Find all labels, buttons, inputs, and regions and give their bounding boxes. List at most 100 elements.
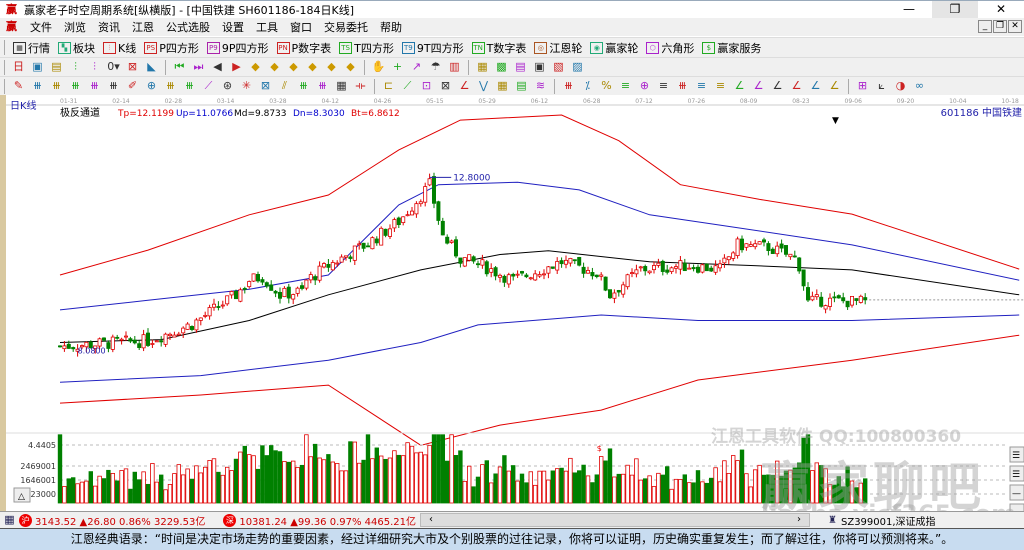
toolbar-tool-icon[interactable]: ◆ — [343, 60, 358, 74]
toolbar-button[interactable]: P9 9P四方形 — [206, 40, 269, 56]
menu-item[interactable]: 设置 — [216, 19, 250, 35]
toolbar-tool-icon[interactable]: ⊞ — [855, 79, 870, 93]
toolbar-tool-icon[interactable]: ◣ — [144, 60, 159, 74]
toolbar-button[interactable]: ⬡ 六角形 — [646, 40, 694, 56]
toolbar-tool-icon[interactable]: ⋁ — [476, 79, 491, 93]
toolbar-tool-icon[interactable]: ◆ — [305, 60, 320, 74]
toolbar-button[interactable]: TN T数字表 — [471, 40, 526, 56]
toolbar-tool-icon[interactable]: ☂ — [428, 60, 443, 74]
calculator-icon[interactable]: ▦ — [2, 513, 17, 527]
mdi-minimize-button[interactable]: _ — [978, 20, 992, 33]
toolbar-button[interactable]: ⫶ K线 — [103, 40, 136, 56]
toolbar-tool-icon[interactable]: ✳ — [239, 79, 254, 93]
toolbar-tool-icon[interactable]: ▦ — [334, 79, 349, 93]
toolbar-button[interactable]: ◉ 赢家轮 — [590, 40, 638, 56]
toolbar-tool-icon[interactable]: ⧻ — [49, 79, 64, 93]
menu-item[interactable]: 窗口 — [284, 19, 318, 35]
toolbar-tool-icon[interactable]: ∠ — [808, 79, 823, 93]
toolbar-tool-icon[interactable]: ▨ — [570, 60, 585, 74]
toolbar-tool-icon[interactable]: ▧ — [551, 60, 566, 74]
close-button[interactable]: ✕ — [978, 1, 1024, 18]
toolbar-tool-icon[interactable]: ⊠ — [125, 60, 140, 74]
toolbar-tool-icon[interactable]: ⧻ — [182, 79, 197, 93]
toolbar-tool-icon[interactable]: ≡ — [694, 79, 709, 93]
toolbar-tool-icon[interactable]: ↗ — [409, 60, 424, 74]
toolbar-tool-icon[interactable]: ∠ — [751, 79, 766, 93]
toolbar-button[interactable]: PN P数字表 — [276, 40, 331, 56]
toolbar-tool-icon[interactable]: ◆ — [267, 60, 282, 74]
toolbar-button[interactable]: T9 9T四方形 — [401, 40, 464, 56]
toolbar-tool-icon[interactable]: ⟛ — [353, 79, 368, 93]
toolbar-tool-icon[interactable]: ◀ — [210, 60, 225, 74]
toolbar-tool-icon[interactable]: ≋ — [533, 79, 548, 93]
menu-item[interactable]: 帮助 — [374, 19, 408, 35]
toolbar-tool-icon[interactable]: ⏮ — [172, 60, 187, 74]
toolbar-tool-icon[interactable]: ⊡ — [419, 79, 434, 93]
panel-switch-icon[interactable]: — — [1012, 489, 1021, 499]
toolbar-tool-icon[interactable]: ∞ — [912, 79, 927, 93]
toolbar-tool-icon[interactable]: ⧻ — [30, 79, 45, 93]
toolbar-tool-icon[interactable]: ⫽ — [277, 79, 292, 93]
toolbar-tool-icon[interactable]: ⊠ — [438, 79, 453, 93]
toolbar-tool-icon[interactable]: ◆ — [248, 60, 263, 74]
mdi-close-button[interactable]: ✕ — [1008, 20, 1022, 33]
toolbar-tool-icon[interactable]: ⧻ — [296, 79, 311, 93]
toolbar-tool-icon[interactable]: ∠ — [457, 79, 472, 93]
toolbar-tool-icon[interactable]: 日▾ — [11, 60, 26, 87]
sh-index-quote[interactable]: 3143.52 ▲26.80 0.86% 3229.53亿 — [35, 513, 205, 528]
toolbar-tool-icon[interactable]: ⊕ — [637, 79, 652, 93]
toolbar-tool-icon[interactable]: ⧻ — [315, 79, 330, 93]
menu-item[interactable]: 文件 — [24, 19, 58, 35]
toolbar-tool-icon[interactable]: ▶ — [229, 60, 244, 74]
toolbar-tool-icon[interactable]: ⧻ — [163, 79, 178, 93]
toolbar-tool-icon[interactable]: ▦ — [495, 79, 510, 93]
toolbar-tool-icon[interactable]: ▣ — [532, 60, 547, 74]
toolbar-tool-icon[interactable]: ⊕ — [144, 79, 159, 93]
toolbar-tool-icon[interactable]: ⫶ — [68, 60, 83, 74]
scroll-left-icon[interactable]: ‹ — [429, 514, 433, 526]
toolbar-tool-icon[interactable]: ⊛ — [220, 79, 235, 93]
toolbar-tool-icon[interactable]: ▦ — [475, 60, 490, 74]
toolbar-tool-icon[interactable]: ▤ — [49, 60, 64, 74]
panel-switch-icon[interactable]: ☰ — [1012, 451, 1020, 461]
horizontal-scrollbar[interactable]: ‹ › — [420, 513, 811, 527]
toolbar-tool-icon[interactable]: + — [390, 60, 405, 74]
toolbar-button[interactable]: ▚ 板块 — [58, 40, 95, 56]
toolbar-tool-icon[interactable]: ∠ — [770, 79, 785, 93]
toolbar-tool-icon[interactable]: ✎ — [11, 79, 26, 93]
mdi-restore-button[interactable]: ❐ — [993, 20, 1007, 33]
toolbar-tool-icon[interactable]: ⟋ — [400, 79, 415, 93]
toolbar-tool-icon[interactable]: ∠ — [732, 79, 747, 93]
toolbar-button[interactable]: TS T四方形 — [339, 40, 394, 56]
menu-item[interactable]: 公式选股 — [160, 19, 216, 35]
toolbar-tool-icon[interactable]: ⊠ — [258, 79, 273, 93]
toolbar-tool-icon[interactable]: ▣ — [30, 60, 45, 74]
toolbar-tool-icon[interactable]: ▩ — [494, 60, 509, 74]
menu-item[interactable]: 资讯 — [92, 19, 126, 35]
toolbar-button[interactable]: ▦ 行情 — [13, 40, 50, 56]
toolbar-tool-icon[interactable]: ≡ — [618, 79, 633, 93]
toolbar-tool-icon[interactable]: ✐ — [125, 79, 140, 93]
toolbar-tool-icon[interactable]: ▤ — [514, 79, 529, 93]
toolbar-tool-icon[interactable]: ⟀ — [874, 79, 889, 93]
toolbar-tool-icon[interactable]: ≡ — [713, 79, 728, 93]
toolbar-button[interactable]: PS P四方形 — [144, 40, 199, 56]
maximize-button[interactable]: ❐ — [932, 1, 978, 18]
sz-index-quote[interactable]: 10381.24 ▲99.36 0.97% 4465.21亿 — [239, 513, 416, 528]
toolbar-tool-icon[interactable]: ▤ — [513, 60, 528, 74]
toolbar-tool-icon[interactable]: ∠ — [827, 79, 842, 93]
toolbar-tool-icon[interactable]: % — [599, 79, 614, 93]
scroll-right-icon[interactable]: › — [797, 514, 801, 526]
kline-chart[interactable]: 01-31 02-14 02-28 03-14 03-28 04-12 04-26 05-15… — [0, 95, 1024, 528]
toolbar-tool-icon[interactable]: ⟋ — [201, 79, 216, 93]
toolbar-tool-icon[interactable]: ⧻ — [106, 79, 121, 93]
toolbar-button[interactable]: $ 赢家服务 — [702, 40, 761, 56]
menu-item[interactable]: 交易委托 — [318, 19, 374, 35]
toolbar-tool-icon[interactable]: ◆ — [324, 60, 339, 74]
toolbar-tool-icon[interactable]: ⧻ — [87, 79, 102, 93]
toolbar-tool-icon[interactable]: ⧻ — [561, 79, 576, 93]
menu-item[interactable]: 工具 — [250, 19, 284, 35]
minimize-button[interactable]: — — [886, 1, 932, 18]
toolbar-button[interactable]: ◎ 江恩轮 — [534, 40, 582, 56]
toolbar-tool-icon[interactable]: ✋ — [371, 60, 386, 74]
